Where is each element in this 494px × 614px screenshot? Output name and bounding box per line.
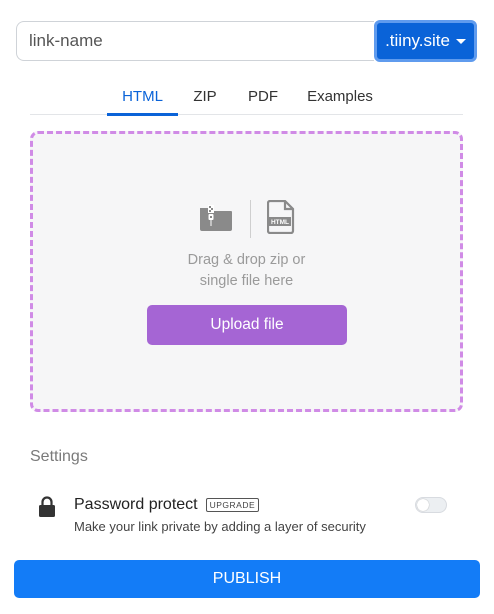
password-protect-title: Password protect (74, 496, 198, 513)
link-name-input[interactable] (16, 21, 374, 61)
html-file-icon: HTML (266, 199, 295, 239)
lock-icon (38, 496, 56, 523)
tab-zip[interactable]: ZIP (186, 78, 224, 115)
tab-pdf[interactable]: PDF (242, 78, 284, 115)
toggle-knob (417, 499, 429, 511)
file-type-icons: HTML (33, 198, 460, 240)
publish-button[interactable]: PUBLISH (14, 560, 480, 598)
password-protect-description: Make your link private by adding a layer… (74, 519, 366, 534)
tab-html[interactable]: HTML (107, 78, 178, 116)
file-dropzone[interactable]: HTML Drag & drop zip or single file here… (30, 131, 463, 412)
tab-label: Examples (307, 88, 373, 105)
upload-type-tabs: HTML ZIP PDF Examples (30, 78, 463, 116)
upgrade-badge[interactable]: UPGRADE (205, 498, 260, 512)
link-row: .tiiny.site (16, 20, 477, 62)
drop-instructions-line1: Drag & drop zip or (187, 252, 306, 268)
tab-label: ZIP (193, 88, 217, 105)
icon-divider (250, 200, 251, 238)
password-protect-header: Password protect UPGRADE (74, 496, 260, 514)
upload-file-label: Upload file (210, 316, 284, 333)
domain-dropdown-label: .tiiny.site (385, 31, 450, 50)
caret-down-icon (455, 38, 466, 44)
settings-heading: Settings (30, 448, 88, 465)
domain-dropdown-button[interactable]: .tiiny.site (374, 20, 477, 62)
tab-label: PDF (248, 88, 278, 105)
tab-label: HTML (122, 88, 163, 105)
upload-file-button[interactable]: Upload file (147, 305, 347, 345)
zip-file-icon (198, 202, 234, 237)
drop-instructions-line2: single file here (199, 273, 294, 289)
password-protect-toggle[interactable] (415, 497, 447, 513)
publish-label: PUBLISH (212, 570, 282, 587)
html-icon-text: HTML (271, 219, 289, 226)
tab-examples[interactable]: Examples (304, 78, 376, 115)
drop-instructions: Drag & drop zip or single file here (33, 250, 460, 292)
